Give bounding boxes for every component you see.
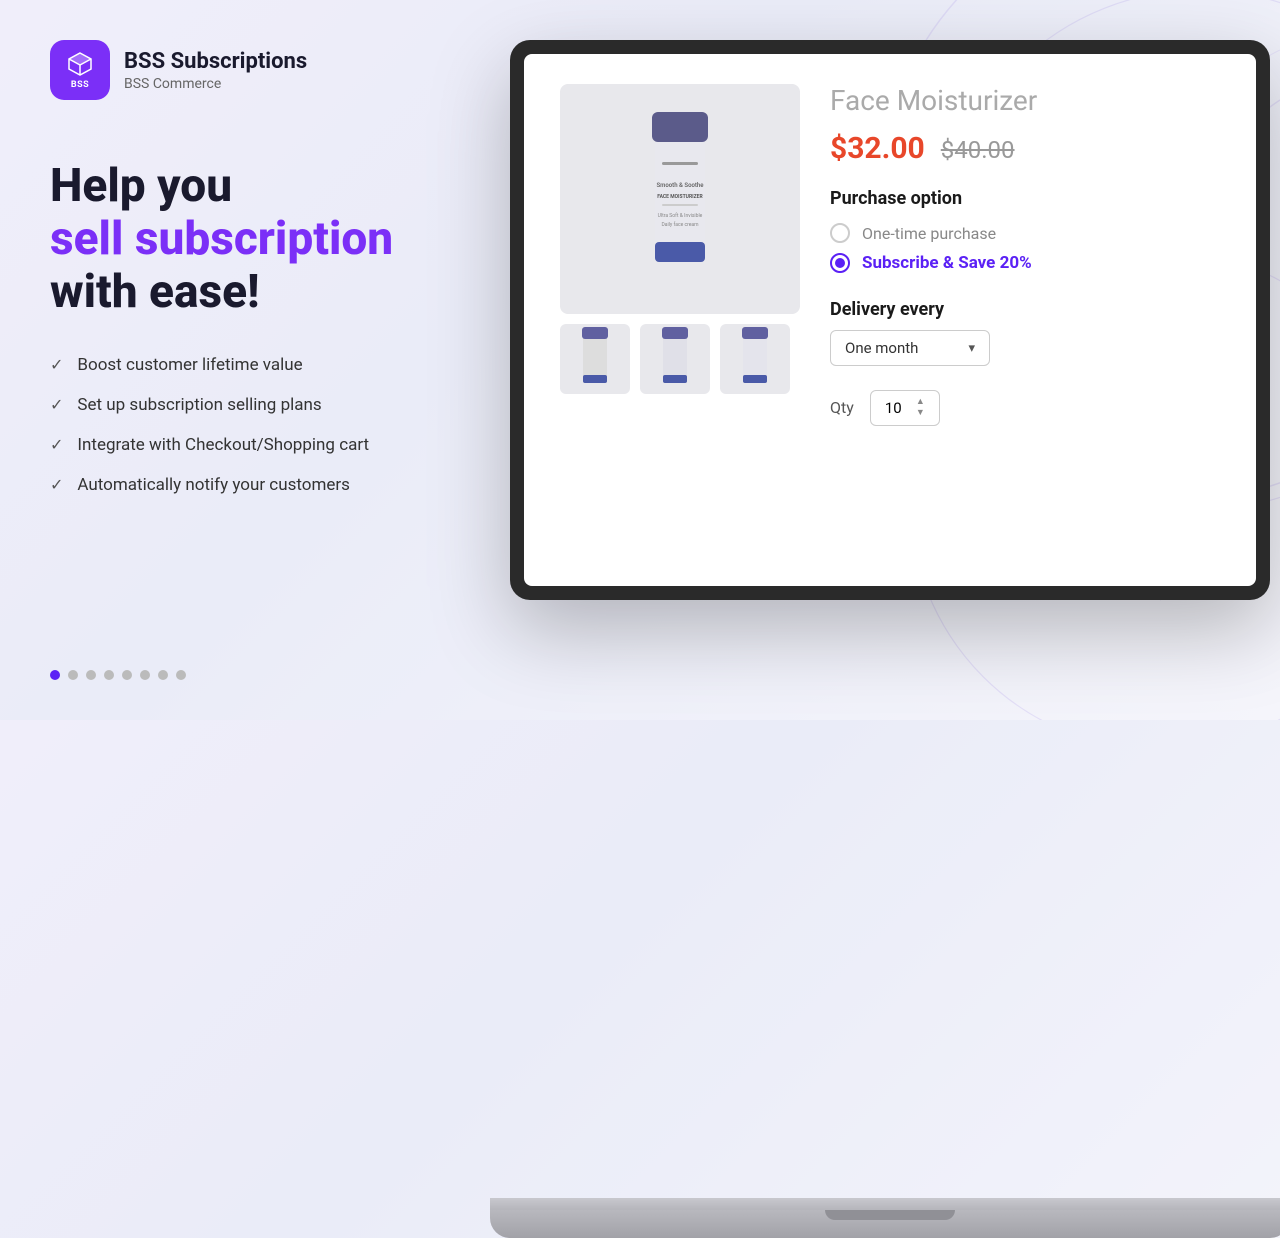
- left-panel: BSS BSS Subscriptions BSS Commerce Help …: [0, 0, 500, 720]
- qty-label: Qty: [830, 398, 854, 417]
- dot-1[interactable]: [50, 670, 60, 680]
- product-thumbnails: [560, 324, 800, 394]
- laptop-screen: Smooth & Soothe FACE MOISTURIZER Ultra S…: [524, 54, 1256, 586]
- laptop-hinge: [490, 1198, 1280, 1210]
- qty-up-arrow[interactable]: ▲: [916, 397, 925, 408]
- delivery-section: Delivery every One month ▾: [830, 299, 1220, 366]
- feature-text: Integrate with Checkout/Shopping cart: [77, 435, 369, 455]
- hero-line3: with ease!: [50, 265, 260, 319]
- subscribe-radio[interactable]: [830, 253, 850, 273]
- feature-item: ✓ Automatically notify your customers: [50, 475, 450, 495]
- subscribe-option-row[interactable]: Subscribe & Save 20%: [830, 253, 1220, 273]
- dot-7[interactable]: [158, 670, 168, 680]
- product-name: Face Moisturizer: [830, 84, 1220, 117]
- feature-text: Automatically notify your customers: [77, 475, 350, 495]
- price-original: $40.00: [941, 136, 1015, 164]
- qty-arrows[interactable]: ▲ ▼: [916, 397, 925, 419]
- svg-text:Smooth & Soothe: Smooth & Soothe: [657, 182, 705, 189]
- chevron-down-icon: ▾: [968, 341, 975, 356]
- product-images: Smooth & Soothe FACE MOISTURIZER Ultra S…: [560, 84, 800, 556]
- thumbnail-2[interactable]: [640, 324, 710, 394]
- laptop-bottom: [490, 1210, 1280, 1238]
- delivery-dropdown[interactable]: One month ▾: [830, 330, 990, 366]
- qty-down-arrow[interactable]: ▼: [916, 408, 925, 419]
- dot-5[interactable]: [122, 670, 132, 680]
- bss-badge: BSS: [71, 80, 89, 90]
- product-info: Face Moisturizer $32.00 $40.00 Purchase …: [830, 84, 1220, 556]
- svg-text:FACE MOISTURIZER: FACE MOISTURIZER: [657, 194, 703, 200]
- quantity-stepper[interactable]: 10 ▲ ▼: [870, 390, 940, 426]
- thumbnail-1[interactable]: [560, 324, 630, 394]
- check-icon: ✓: [50, 395, 63, 414]
- price-current: $32.00: [830, 131, 925, 166]
- check-icon: ✓: [50, 475, 63, 494]
- dot-3[interactable]: [86, 670, 96, 680]
- features-list: ✓ Boost customer lifetime value ✓ Set up…: [50, 355, 450, 495]
- delivery-value: One month: [845, 339, 918, 357]
- onetime-option-row[interactable]: One-time purchase: [830, 223, 1220, 243]
- hero-headline: Help you sell subscription with ease!: [50, 160, 450, 319]
- feature-text: Boost customer lifetime value: [77, 355, 302, 375]
- feature-text: Set up subscription selling plans: [77, 395, 321, 415]
- dot-6[interactable]: [140, 670, 150, 680]
- logo-area: BSS BSS Subscriptions BSS Commerce: [50, 40, 450, 100]
- hero-line1: Help you: [50, 159, 232, 213]
- hero-line2: sell subscription: [50, 212, 393, 266]
- onetime-label: One-time purchase: [862, 224, 996, 243]
- price-row: $32.00 $40.00: [830, 131, 1220, 166]
- feature-item: ✓ Set up subscription selling plans: [50, 395, 450, 415]
- laptop-frame: Smooth & Soothe FACE MOISTURIZER Ultra S…: [510, 40, 1270, 600]
- thumbnail-3[interactable]: [720, 324, 790, 394]
- pagination-dots: [50, 670, 450, 680]
- purchase-option-title: Purchase option: [830, 188, 1220, 209]
- app-name: BSS Subscriptions: [124, 49, 307, 74]
- qty-row: Qty 10 ▲ ▼: [830, 390, 1220, 426]
- dot-4[interactable]: [104, 670, 114, 680]
- svg-text:Ultra Soft & Invisible: Ultra Soft & Invisible: [658, 212, 703, 219]
- radio-fill: [835, 258, 845, 268]
- laptop-base: [490, 640, 1280, 700]
- check-icon: ✓: [50, 355, 63, 374]
- logo-text: BSS Subscriptions BSS Commerce: [124, 49, 307, 92]
- delivery-title: Delivery every: [830, 299, 1220, 320]
- feature-item: ✓ Integrate with Checkout/Shopping cart: [50, 435, 450, 455]
- company-name: BSS Commerce: [124, 76, 307, 92]
- check-icon: ✓: [50, 435, 63, 454]
- svg-text:Daily face cream: Daily face cream: [661, 221, 699, 228]
- main-product-image: Smooth & Soothe FACE MOISTURIZER Ultra S…: [560, 84, 800, 314]
- feature-item: ✓ Boost customer lifetime value: [50, 355, 450, 375]
- dot-8[interactable]: [176, 670, 186, 680]
- laptop-notch: [825, 1210, 955, 1220]
- qty-value: 10: [885, 399, 902, 417]
- right-panel: Smooth & Soothe FACE MOISTURIZER Ultra S…: [490, 40, 1280, 700]
- subscribe-label: Subscribe & Save 20%: [862, 253, 1032, 273]
- dot-2[interactable]: [68, 670, 78, 680]
- onetime-radio[interactable]: [830, 223, 850, 243]
- app-logo-icon: BSS: [50, 40, 110, 100]
